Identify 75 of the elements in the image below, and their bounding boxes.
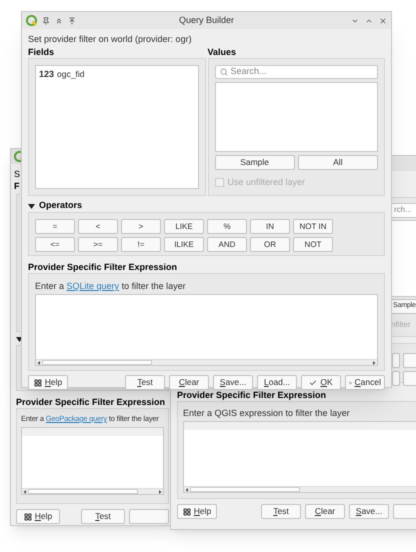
dialog-button[interactable] bbox=[129, 509, 169, 524]
operator-button[interactable] bbox=[392, 353, 400, 368]
logo-icon bbox=[26, 15, 37, 26]
help-button[interactable]: Help bbox=[28, 375, 68, 390]
scrollbar-thumb[interactable] bbox=[42, 360, 152, 365]
filter-hint: Enter a QGIS expression to filter the layer bbox=[183, 407, 351, 419]
operator-button[interactable]: % bbox=[207, 219, 247, 234]
scroll-left-icon[interactable] bbox=[22, 488, 28, 494]
help-icon bbox=[24, 512, 32, 520]
horizontal-scrollbar[interactable] bbox=[184, 486, 416, 492]
field-item[interactable]: 123 ogc_fid bbox=[38, 68, 86, 82]
operator-button[interactable] bbox=[392, 371, 400, 386]
operator-button[interactable]: NOT bbox=[293, 237, 333, 252]
operator-button[interactable]: = bbox=[35, 219, 75, 234]
operator-button[interactable]: IN bbox=[250, 219, 290, 234]
scrollbar-thumb[interactable] bbox=[190, 487, 300, 492]
dialog-button[interactable]: OK bbox=[301, 375, 341, 390]
values-list[interactable] bbox=[214, 82, 378, 152]
dialog-button[interactable]: Clear bbox=[305, 504, 345, 519]
filter-hint: Enter a SQLite query to filter the layer bbox=[35, 280, 186, 292]
double-chevron-up-icon[interactable] bbox=[55, 16, 63, 24]
description-text: Set provider filter on world (provider: ogr) bbox=[28, 33, 192, 46]
operator-button[interactable]: OR bbox=[250, 237, 290, 252]
operator-button[interactable]: ILIKE bbox=[164, 237, 204, 252]
help-icon bbox=[182, 508, 191, 516]
operator-button[interactable]: AND bbox=[207, 237, 247, 252]
query-link[interactable]: SQLite query bbox=[66, 281, 120, 291]
operator-button[interactable]: LIKE bbox=[164, 219, 204, 234]
description-text: S bbox=[14, 168, 20, 180]
scrollbar-thumb[interactable] bbox=[28, 489, 138, 494]
dialog-button[interactable]: Cancel bbox=[345, 375, 385, 390]
scroll-left-icon[interactable] bbox=[36, 360, 42, 366]
values-button[interactable]: All bbox=[298, 154, 378, 170]
operator-button[interactable]: NOT IN bbox=[293, 219, 333, 234]
scroll-right-icon[interactable] bbox=[157, 488, 163, 494]
dialog-button[interactable]: Save... bbox=[213, 375, 253, 390]
help-button[interactable]: Help bbox=[177, 504, 217, 519]
search-field[interactable]: rch... bbox=[391, 203, 416, 218]
operator-button[interactable]: > bbox=[121, 219, 161, 234]
values-list[interactable] bbox=[391, 220, 416, 298]
values-button[interactable]: Sample bbox=[214, 154, 295, 170]
scroll-right-icon[interactable] bbox=[371, 360, 377, 366]
search-icon bbox=[220, 68, 228, 76]
horizontal-scrollbar[interactable] bbox=[36, 359, 377, 365]
arrow-up-to-line-icon[interactable] bbox=[68, 16, 76, 24]
dialog-button[interactable]: Test bbox=[81, 509, 125, 524]
operator-button[interactable]: != bbox=[121, 237, 161, 252]
search-field[interactable]: Search... bbox=[214, 65, 378, 79]
values-label: Values bbox=[208, 46, 236, 58]
filter-heading: Provider Specific Filter Expression bbox=[177, 389, 328, 401]
help-button[interactable]: Help bbox=[16, 509, 60, 524]
close-icon[interactable] bbox=[379, 16, 387, 24]
dialog-button[interactable]: Clear bbox=[169, 375, 209, 390]
dialog-button[interactable]: Load... bbox=[257, 375, 297, 390]
collapse-icon[interactable] bbox=[28, 202, 35, 210]
dialog-button[interactable]: Test bbox=[125, 375, 165, 390]
scroll-left-icon[interactable] bbox=[184, 486, 190, 492]
operator-button[interactable]: >= bbox=[78, 237, 118, 252]
window-title: Query Builder bbox=[178, 14, 234, 27]
cancel-icon bbox=[349, 378, 352, 386]
fields-label: Fields bbox=[28, 46, 54, 58]
help-icon bbox=[34, 378, 42, 386]
horizontal-scrollbar[interactable] bbox=[22, 488, 163, 494]
operator-button[interactable]: < bbox=[78, 219, 118, 234]
filter-heading: Provider Specific Filter Expression bbox=[16, 396, 166, 408]
dialog-button[interactable]: Save... bbox=[349, 504, 389, 519]
dialog-button[interactable]: Test bbox=[261, 504, 301, 519]
fields-list[interactable]: 123 ogc_fid bbox=[35, 65, 198, 189]
filter-heading: Provider Specific Filter Expression bbox=[28, 261, 178, 273]
operators-label: Operators bbox=[39, 199, 82, 212]
fields-label: F bbox=[14, 180, 20, 192]
pin-icon[interactable] bbox=[42, 16, 50, 24]
operator-button[interactable]: <= bbox=[35, 237, 75, 252]
unfiltered-label: Use unfiltered layer bbox=[228, 176, 306, 189]
check-icon bbox=[309, 378, 318, 386]
